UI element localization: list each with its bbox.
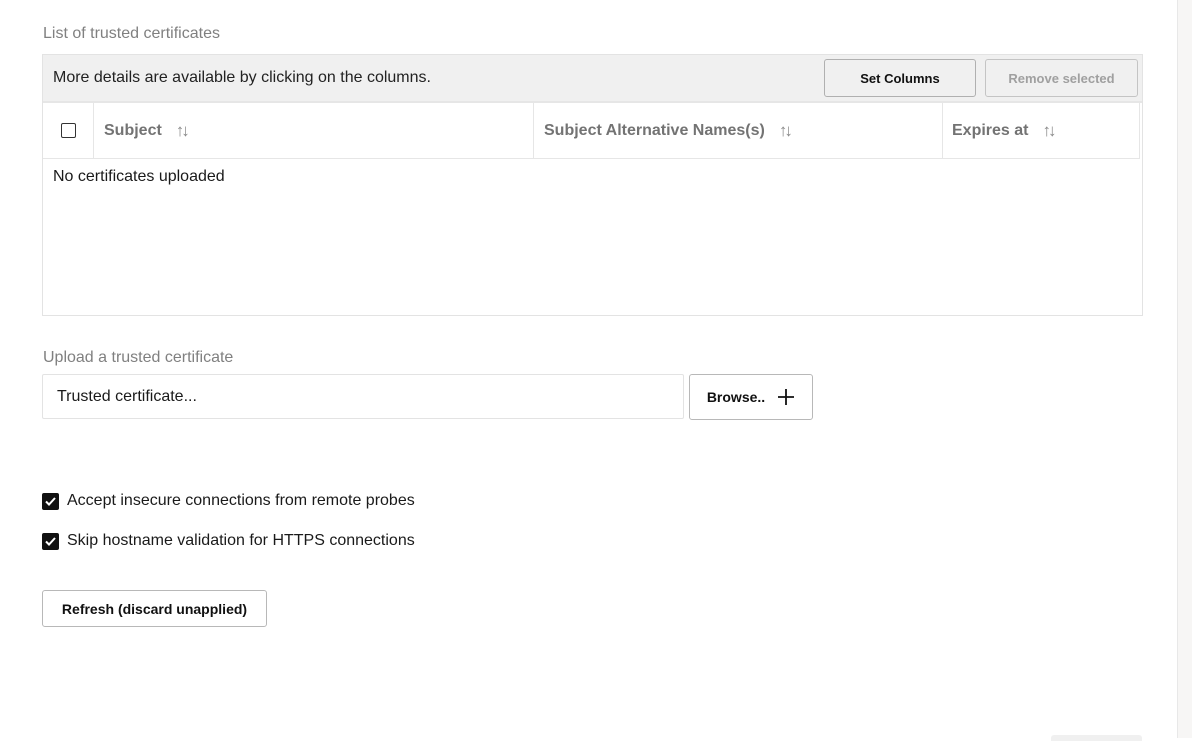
refresh-button[interactable]: Refresh (discard unapplied) bbox=[42, 590, 267, 627]
column-header-label: Subject bbox=[104, 121, 162, 139]
column-header-expires[interactable]: Expires at ↑↓ bbox=[943, 103, 1140, 158]
sort-up-down-icon[interactable]: ↑↓ bbox=[176, 121, 190, 141]
column-header-label: Expires at bbox=[952, 121, 1029, 139]
toolbar-hint-text: More details are available by clicking o… bbox=[53, 69, 431, 86]
certificates-table: More details are available by clicking o… bbox=[42, 54, 1143, 316]
option-accept-insecure[interactable]: Accept insecure connections from remote … bbox=[42, 492, 415, 510]
table-header-row: Subject ↑↓ Subject Alternative Names(s) … bbox=[43, 103, 1140, 159]
set-columns-button[interactable]: Set Columns bbox=[824, 59, 976, 97]
table-toolbar: More details are available by clicking o… bbox=[43, 55, 1142, 103]
remove-selected-button[interactable]: Remove selected bbox=[985, 59, 1138, 97]
plus-icon bbox=[778, 389, 795, 405]
empty-table-message: No certificates uploaded bbox=[53, 168, 225, 185]
certificates-section-label: List of trusted certificates bbox=[43, 25, 220, 42]
checkmark-icon bbox=[45, 536, 56, 546]
side-panel-scroll-rail bbox=[1177, 0, 1192, 738]
sort-up-down-icon[interactable]: ↑↓ bbox=[779, 121, 793, 141]
checkbox-checked[interactable] bbox=[42, 532, 59, 550]
column-header-subject[interactable]: Subject ↑↓ bbox=[94, 103, 534, 158]
upload-section-label: Upload a trusted certificate bbox=[43, 349, 234, 366]
browse-button[interactable]: Browse.. bbox=[689, 374, 813, 420]
partial-footer-button[interactable] bbox=[1051, 735, 1142, 741]
select-all-checkbox[interactable] bbox=[60, 123, 76, 138]
checkmark-icon bbox=[45, 496, 56, 506]
column-header-label: Subject Alternative Names(s) bbox=[544, 121, 765, 139]
column-header-san[interactable]: Subject Alternative Names(s) ↑↓ bbox=[534, 103, 943, 158]
browse-label: Browse.. bbox=[706, 389, 766, 405]
checkbox-checked[interactable] bbox=[42, 492, 59, 510]
option-label: Accept insecure connections from remote … bbox=[67, 492, 415, 509]
certificate-file-input[interactable]: Trusted certificate... bbox=[42, 374, 684, 419]
select-all-cell bbox=[43, 103, 94, 158]
option-label: Skip hostname validation for HTTPS conne… bbox=[67, 532, 415, 549]
sort-up-down-icon[interactable]: ↑↓ bbox=[1042, 121, 1056, 141]
option-skip-hostname-validation[interactable]: Skip hostname validation for HTTPS conne… bbox=[42, 532, 415, 550]
